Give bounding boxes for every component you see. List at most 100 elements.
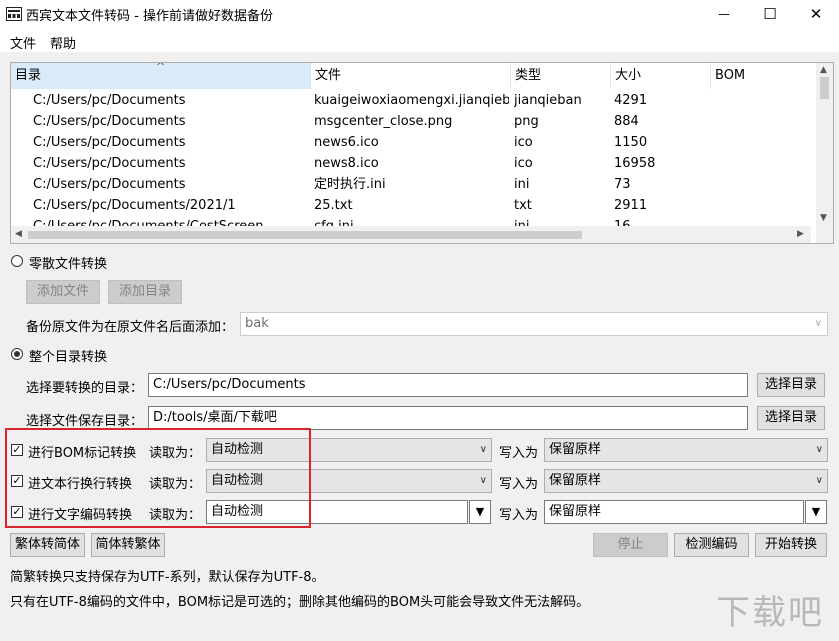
minimize-button[interactable]: — bbox=[701, 0, 747, 28]
cell-dir: C:/Users/pc/Documents/2021/1 bbox=[33, 198, 236, 213]
cell-type: ini bbox=[514, 216, 529, 226]
start-convert-button[interactable]: 开始转换 bbox=[755, 533, 827, 557]
scroll-down-icon[interactable]: ▼ bbox=[820, 213, 827, 223]
table-row[interactable]: C:/Users/pc/Documents 定时执行.ini ini 73 bbox=[11, 174, 811, 195]
trad-to-simp-button[interactable]: 繁体转简体 bbox=[10, 533, 85, 557]
chevron-down-icon: ∨ bbox=[479, 444, 487, 455]
stop-button[interactable]: 停止 bbox=[593, 533, 668, 557]
chevron-down-icon: ∨ bbox=[814, 318, 822, 329]
caret-down-icon: ▼ bbox=[811, 505, 821, 518]
table-row[interactable]: C:/Users/pc/Documents msgcenter_close.pn… bbox=[11, 111, 811, 132]
note-line-2: 只有在UTF-8编码的文件中，BOM标记是可选的；删除其他编码的BOM头可能会导… bbox=[10, 595, 590, 610]
close-icon: ✕ bbox=[809, 5, 823, 23]
cell-dir: C:/Users/pc/Documents bbox=[33, 156, 186, 171]
cell-file: 定时执行.ini bbox=[314, 177, 386, 192]
close-button[interactable]: ✕ bbox=[793, 0, 839, 28]
column-header-file[interactable]: 文件 bbox=[311, 63, 511, 89]
encoding-write-dropdown-button[interactable]: ▼ bbox=[805, 500, 827, 524]
backup-suffix-combo[interactable]: bak ∨ bbox=[240, 312, 828, 336]
cell-file: 25.txt bbox=[314, 198, 353, 213]
chevron-down-icon: ∨ bbox=[479, 475, 487, 486]
cell-dir: C:/Users/pc/Documents bbox=[33, 93, 186, 108]
cell-file: cfg.ini bbox=[314, 216, 354, 226]
scroll-right-icon[interactable]: ▶ bbox=[797, 229, 804, 239]
encoding-write-input[interactable]: 保留原样 bbox=[544, 500, 804, 524]
column-header-size[interactable]: 大小 bbox=[611, 63, 711, 89]
vertical-scrollbar[interactable]: ▲ ▼ bbox=[816, 63, 833, 226]
cell-type: ico bbox=[514, 156, 533, 171]
cell-type: png bbox=[514, 114, 539, 129]
scroll-up-icon[interactable]: ▲ bbox=[820, 65, 827, 75]
table-row[interactable]: C:/Users/pc/Documents news8.ico ico 1695… bbox=[11, 153, 811, 174]
maximize-icon: ☐ bbox=[763, 5, 777, 23]
cell-size: 73 bbox=[614, 177, 631, 192]
choose-source-dir-button[interactable]: 选择目录 bbox=[757, 373, 825, 397]
bom-write-select[interactable]: 保留原样 ∨ bbox=[544, 438, 828, 462]
menu-help[interactable]: 帮助 bbox=[50, 33, 76, 52]
scattered-mode-label[interactable]: 零散文件转换 bbox=[29, 253, 107, 272]
cell-size: 2911 bbox=[614, 198, 648, 213]
save-dir-label: 选择文件保存目录： bbox=[26, 414, 144, 429]
cell-file: kuaigeiwoxiaomengxi.jianqieb... bbox=[314, 93, 509, 108]
cell-file: news6.ico bbox=[314, 135, 379, 150]
table-row[interactable]: C:/Users/pc/Documents/2021/1 25.txt txt … bbox=[11, 195, 811, 216]
newline-write-select[interactable]: 保留原样 ∨ bbox=[544, 469, 828, 493]
chevron-down-icon: ∨ bbox=[815, 475, 823, 486]
cell-type: txt bbox=[514, 198, 532, 213]
menu-file[interactable]: 文件 bbox=[10, 33, 36, 52]
encoding-read-dropdown-button[interactable]: ▼ bbox=[469, 500, 491, 524]
note-line-1: 简繁转换只支持保存为UTF-系列，默认保存为UTF-8。 bbox=[10, 570, 325, 585]
app-icon bbox=[6, 7, 22, 21]
file-list[interactable]: 目录 ^ 文件 类型 大小 BOM C:/Users/pc/Documents … bbox=[10, 62, 834, 244]
whole-dir-mode-label[interactable]: 整个目录转换 bbox=[29, 346, 107, 365]
watermark-logo: 下载吧 bbox=[716, 593, 824, 633]
column-header-dir[interactable]: 目录 ^ bbox=[11, 63, 311, 89]
newline-write-label: 写入为 bbox=[499, 477, 539, 492]
window-title: 西宾文本文件转码 - 操作前请做好数据备份 bbox=[26, 9, 273, 24]
cell-dir: C:/Users/pc/Documents bbox=[33, 177, 186, 192]
minimize-icon: — bbox=[718, 7, 730, 21]
bom-write-label: 写入为 bbox=[499, 446, 539, 461]
menu-bar bbox=[0, 28, 839, 52]
simp-to-trad-button[interactable]: 简体转繁体 bbox=[91, 533, 165, 557]
cell-type: ico bbox=[514, 135, 533, 150]
cell-size: 4291 bbox=[614, 93, 648, 108]
cell-size: 1150 bbox=[614, 135, 648, 150]
cell-size: 16 bbox=[614, 216, 631, 226]
scroll-left-icon[interactable]: ◀ bbox=[15, 229, 22, 239]
highlight-box bbox=[5, 428, 311, 528]
cell-dir: C:/Users/pc/Documents/CostScreen bbox=[33, 216, 264, 226]
cell-size: 16958 bbox=[614, 156, 656, 171]
column-header-type[interactable]: 类型 bbox=[511, 63, 611, 89]
add-file-button[interactable]: 添加文件 bbox=[26, 280, 100, 304]
maximize-button[interactable]: ☐ bbox=[747, 0, 793, 28]
scattered-mode-radio[interactable] bbox=[11, 255, 23, 267]
table-row[interactable]: C:/Users/pc/Documents kuaigeiwoxiaomengx… bbox=[11, 90, 811, 111]
horizontal-scrollbar[interactable]: ◀ ▶ bbox=[11, 226, 811, 243]
horizontal-scroll-thumb[interactable] bbox=[28, 231, 582, 239]
whole-dir-mode-radio[interactable] bbox=[11, 348, 23, 360]
cell-file: news8.ico bbox=[314, 156, 379, 171]
cell-dir: C:/Users/pc/Documents bbox=[33, 135, 186, 150]
cell-dir: C:/Users/pc/Documents bbox=[33, 114, 186, 129]
add-dir-button[interactable]: 添加目录 bbox=[108, 280, 182, 304]
caret-down-icon: ▼ bbox=[475, 505, 485, 518]
cell-type: jianqieban bbox=[514, 93, 582, 108]
choose-save-dir-button[interactable]: 选择目录 bbox=[757, 406, 825, 430]
backup-label: 备份原文件为在原文件名后面添加： bbox=[26, 320, 235, 335]
table-row[interactable]: C:/Users/pc/Documents/CostScreen cfg.ini… bbox=[11, 216, 811, 226]
vertical-scroll-thumb[interactable] bbox=[820, 77, 829, 99]
chevron-down-icon: ∨ bbox=[815, 444, 823, 455]
save-dir-input[interactable]: D:/tools/桌面/下载吧 bbox=[148, 406, 748, 430]
table-row[interactable]: C:/Users/pc/Documents news6.ico ico 1150 bbox=[11, 132, 811, 153]
cell-file: msgcenter_close.png bbox=[314, 114, 453, 129]
source-dir-input[interactable]: C:/Users/pc/Documents bbox=[148, 373, 748, 397]
column-header-bom[interactable]: BOM bbox=[711, 63, 811, 89]
scroll-corner bbox=[816, 226, 833, 243]
detect-encoding-button[interactable]: 检测编码 bbox=[674, 533, 749, 557]
cell-type: ini bbox=[514, 177, 530, 192]
source-dir-label: 选择要转换的目录： bbox=[26, 381, 144, 396]
sort-ascending-icon: ^ bbox=[156, 62, 166, 73]
encoding-write-label: 写入为 bbox=[499, 508, 539, 523]
cell-size: 884 bbox=[614, 114, 639, 129]
